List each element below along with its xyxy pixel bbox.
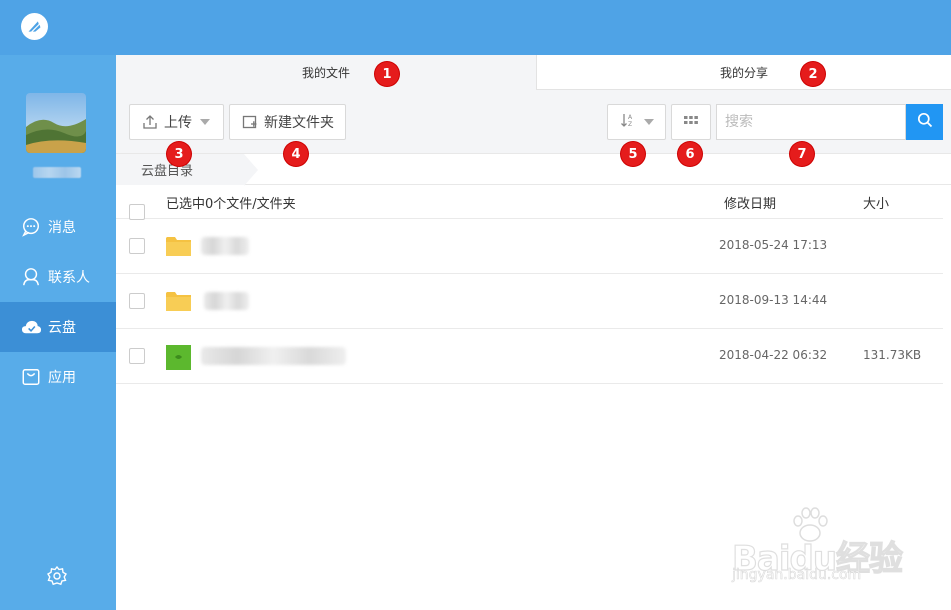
watermark-url: jingyan.baidu.com bbox=[732, 567, 862, 584]
new-folder-icon bbox=[242, 114, 258, 130]
upload-button[interactable]: 上传 bbox=[129, 104, 224, 140]
chevron-down-icon bbox=[200, 119, 210, 125]
annotation-badge: 7 bbox=[790, 142, 814, 166]
annotation-badge: 6 bbox=[678, 142, 702, 166]
file-type-icon bbox=[166, 345, 191, 370]
sidebar-item-contacts[interactable]: 联系人 bbox=[0, 252, 116, 302]
row-checkbox[interactable] bbox=[129, 293, 145, 309]
folder-icon bbox=[166, 290, 191, 312]
breadcrumb: 云盘目录 bbox=[116, 153, 951, 186]
folder-icon bbox=[166, 235, 191, 257]
file-list-header: 已选中0个文件/文件夹 修改日期 大小 bbox=[116, 185, 943, 220]
sidebar-item-label: 云盘 bbox=[48, 320, 76, 336]
table-row[interactable]: 2018-05-24 17:13 bbox=[116, 219, 943, 274]
annotation-badge: 4 bbox=[284, 142, 308, 166]
modified-date: 2018-04-22 06:32 bbox=[719, 348, 828, 362]
grid-view-icon bbox=[683, 112, 699, 132]
sidebar-item-messages[interactable]: 消息 bbox=[0, 202, 116, 252]
sidebar-item-label: 消息 bbox=[48, 220, 76, 236]
modified-date: 2018-09-13 14:44 bbox=[719, 293, 828, 307]
file-size: 131.73KB bbox=[863, 348, 922, 362]
sidebar-item-label: 应用 bbox=[48, 370, 76, 386]
username-redacted bbox=[33, 167, 81, 178]
file-name-redacted[interactable] bbox=[201, 237, 249, 255]
file-name-redacted[interactable] bbox=[204, 292, 249, 310]
cloud-icon bbox=[20, 316, 42, 338]
row-checkbox[interactable] bbox=[129, 238, 145, 254]
row-checkbox[interactable] bbox=[129, 348, 145, 364]
file-name-redacted[interactable] bbox=[201, 347, 346, 365]
message-icon bbox=[20, 216, 42, 238]
sidebar-item-label: 联系人 bbox=[48, 270, 90, 286]
table-row[interactable]: 2018-04-22 06:32 131.73KB bbox=[116, 329, 943, 384]
sidebar-item-apps[interactable]: 应用 bbox=[0, 352, 116, 402]
sort-button[interactable]: AZ bbox=[607, 104, 666, 140]
chevron-down-icon bbox=[643, 119, 654, 125]
column-header-size[interactable]: 大小 bbox=[863, 193, 889, 212]
tab-bar: 我的文件 我的分享 bbox=[116, 55, 951, 90]
table-row[interactable]: 2018-09-13 14:44 bbox=[116, 274, 943, 329]
annotation-badge: 2 bbox=[801, 62, 825, 86]
top-bar bbox=[0, 0, 951, 55]
search-icon bbox=[917, 112, 933, 132]
sort-icon: AZ bbox=[620, 112, 636, 132]
contacts-icon bbox=[20, 266, 42, 288]
toolbar: 上传 新建文件夹 AZ bbox=[116, 90, 951, 153]
modified-date: 2018-05-24 17:13 bbox=[719, 238, 828, 252]
annotation-badge: 1 bbox=[375, 62, 399, 86]
select-all-checkbox[interactable] bbox=[129, 204, 145, 220]
grid-view-button[interactable] bbox=[671, 104, 711, 140]
sidebar: 消息 联系人 云盘 应用 bbox=[0, 55, 116, 610]
svg-text:Z: Z bbox=[628, 121, 632, 128]
annotation-badge: 5 bbox=[621, 142, 645, 166]
apps-icon bbox=[20, 366, 42, 388]
upload-label: 上传 bbox=[164, 115, 192, 131]
new-folder-label: 新建文件夹 bbox=[264, 115, 334, 131]
new-folder-button[interactable]: 新建文件夹 bbox=[229, 104, 346, 140]
app-logo-icon[interactable] bbox=[21, 13, 48, 40]
sidebar-item-cloud-disk[interactable]: 云盘 bbox=[0, 302, 116, 352]
tab-my-files[interactable]: 我的文件 bbox=[116, 55, 536, 90]
tab-my-share[interactable]: 我的分享 bbox=[536, 55, 951, 90]
svg-text:A: A bbox=[628, 114, 633, 121]
settings-gear-icon[interactable] bbox=[46, 565, 68, 587]
upload-icon bbox=[142, 114, 158, 130]
column-header-modified[interactable]: 修改日期 bbox=[724, 193, 776, 212]
selection-count: 已选中0个文件/文件夹 bbox=[166, 197, 296, 212]
annotation-badge: 3 bbox=[167, 142, 191, 166]
search-input[interactable] bbox=[716, 104, 906, 140]
file-list: 已选中0个文件/文件夹 修改日期 大小 2018-05-24 17:13 201… bbox=[116, 185, 943, 384]
avatar[interactable] bbox=[26, 93, 86, 153]
watermark: Baidu经验 jingyan.baidu.com bbox=[728, 505, 928, 600]
search-button[interactable] bbox=[906, 104, 943, 140]
